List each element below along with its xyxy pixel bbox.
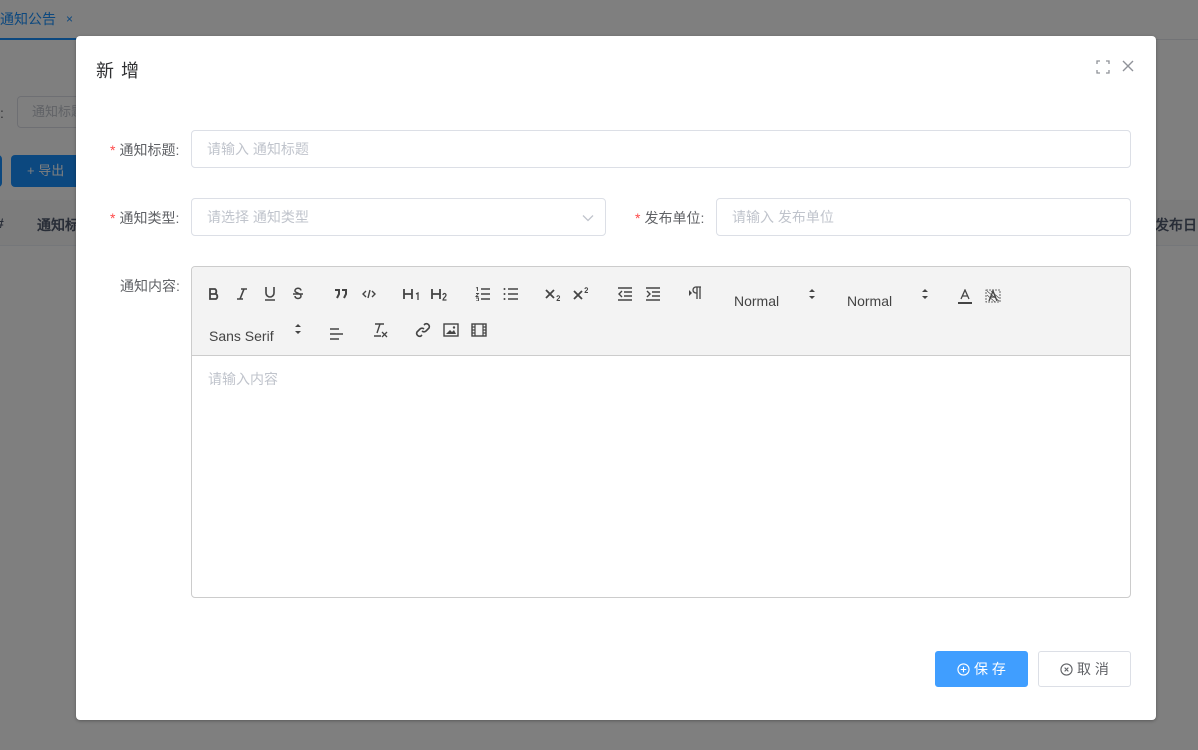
plus-circle-icon <box>957 662 970 676</box>
required-mark: * <box>110 210 116 226</box>
notice-type-select[interactable]: 请选择 通知类型 <box>191 198 606 236</box>
editor-toolbar: Normal Normal Sans Serif <box>192 267 1130 356</box>
notice-title-label: * 通知标题: <box>110 142 180 158</box>
chevron-down-icon <box>582 215 594 222</box>
cancel-button[interactable]: 取 消 <box>1038 651 1131 687</box>
subscript-icon[interactable] <box>542 282 566 306</box>
publish-unit-input[interactable] <box>716 198 1131 236</box>
clear-format-icon[interactable] <box>368 318 392 342</box>
indent-icon[interactable] <box>641 282 665 306</box>
required-mark: * <box>635 210 641 226</box>
code-block-icon[interactable] <box>357 282 381 306</box>
publish-unit-label: * 发布单位: <box>635 210 705 226</box>
superscript-icon[interactable] <box>570 282 594 306</box>
align-icon[interactable] <box>325 321 349 345</box>
notice-content-label: 通知内容: <box>120 278 180 294</box>
notice-title-input[interactable] <box>191 130 1131 168</box>
required-mark: * <box>110 142 116 158</box>
add-notice-dialog: 新 增 *通知标题: *通知类型: 请选择 通知类型 *发布单位: 通知内容: <box>76 36 1156 720</box>
header-1-icon[interactable] <box>400 282 424 306</box>
editor-content-area[interactable]: 请输入内容 <box>208 369 278 389</box>
bold-icon[interactable] <box>202 282 226 306</box>
underline-icon[interactable] <box>258 282 282 306</box>
maximize-icon[interactable] <box>1096 60 1110 74</box>
close-circle-icon <box>1060 662 1073 676</box>
background-color-icon[interactable] <box>981 285 1005 309</box>
image-icon[interactable] <box>439 318 463 342</box>
link-icon[interactable] <box>411 318 435 342</box>
picker-arrows-icon <box>922 289 928 299</box>
font-picker[interactable]: Sans Serif <box>209 324 309 348</box>
picker-arrows-icon <box>809 289 815 299</box>
header-2-icon[interactable] <box>428 282 452 306</box>
size-picker[interactable]: Normal <box>847 289 937 313</box>
rtl-direction-icon[interactable] <box>684 281 708 305</box>
ordered-list-icon[interactable] <box>471 282 495 306</box>
dialog-title: 新 增 <box>96 61 141 81</box>
blockquote-icon[interactable] <box>329 282 353 306</box>
outdent-icon[interactable] <box>613 282 637 306</box>
notice-type-label: * 通知类型: <box>110 210 180 226</box>
header-picker[interactable]: Normal <box>734 289 824 313</box>
video-icon[interactable] <box>467 318 491 342</box>
italic-icon[interactable] <box>230 282 254 306</box>
rich-text-editor: Normal Normal Sans Serif 请输入内容 <box>191 266 1131 598</box>
close-icon[interactable] <box>1121 59 1135 73</box>
save-button[interactable]: 保 存 <box>935 651 1028 687</box>
strike-icon[interactable] <box>286 282 310 306</box>
picker-arrows-icon <box>295 324 301 334</box>
bullet-list-icon[interactable] <box>499 282 523 306</box>
text-color-icon[interactable] <box>953 285 977 309</box>
